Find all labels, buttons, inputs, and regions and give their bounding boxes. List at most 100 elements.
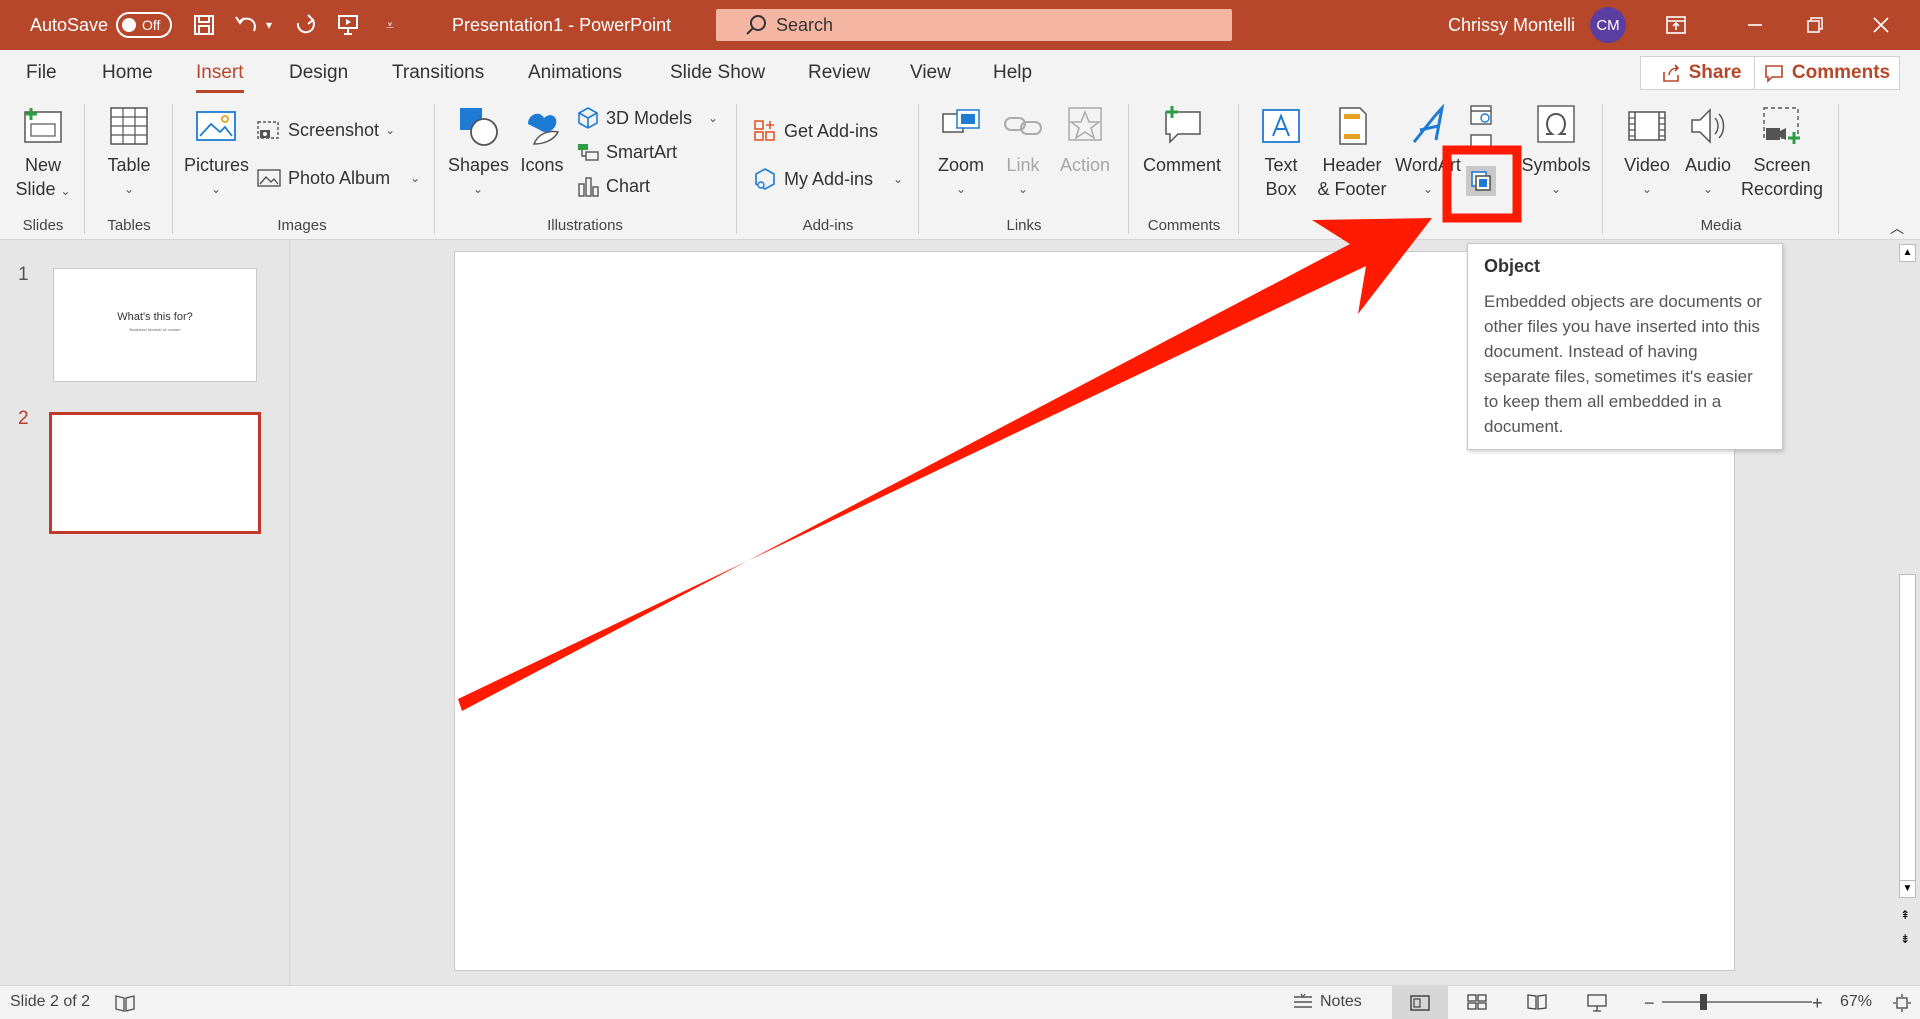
- share-button[interactable]: Share: [1640, 56, 1762, 90]
- group-separator: [1238, 104, 1239, 234]
- document-title: Presentation1 - PowerPoint: [452, 14, 672, 35]
- normal-view-button[interactable]: [1392, 986, 1448, 1019]
- shapes-icon: [460, 108, 498, 146]
- comments-label: Comments: [1791, 62, 1891, 83]
- comment-button[interactable]: Comment: [1140, 104, 1224, 177]
- object-tooltip: Object Embedded objects are documents or…: [1467, 243, 1783, 450]
- wordart-button[interactable]: WordArt ⌄: [1394, 103, 1462, 201]
- table-icon: [110, 107, 148, 145]
- tab-view[interactable]: View: [910, 62, 951, 84]
- video-button[interactable]: Video ⌄: [1618, 104, 1676, 201]
- redo-icon[interactable]: [292, 0, 318, 50]
- accessibility-icon[interactable]: [114, 993, 136, 1013]
- chart-icon: [578, 177, 599, 197]
- screen-recording-label-2: Recording: [1740, 179, 1824, 199]
- slide-sorter-button[interactable]: [1466, 993, 1488, 1011]
- chart-button[interactable]: Chart: [576, 174, 650, 198]
- text-box-button[interactable]: Text Box: [1254, 104, 1308, 201]
- user-name[interactable]: Chrissy Montelli: [1448, 0, 1575, 50]
- scroll-up-icon[interactable]: ▲: [1899, 244, 1916, 262]
- icons-button[interactable]: Icons: [514, 104, 570, 177]
- link-label: Link: [1006, 155, 1040, 175]
- photo-album-button[interactable]: Photo Album ⌄: [256, 166, 420, 190]
- shapes-dropdown-icon: ⌄: [472, 182, 484, 196]
- screenshot-button[interactable]: Screenshot ⌄: [256, 118, 395, 142]
- pictures-button[interactable]: Pictures ⌄: [184, 104, 249, 201]
- new-slide-button[interactable]: New Slide ⌄: [14, 104, 72, 203]
- fit-slide-icon[interactable]: [1892, 993, 1912, 1013]
- 3d-models-button[interactable]: 3D Models ⌄: [576, 106, 718, 130]
- reading-view-button[interactable]: [1526, 993, 1548, 1011]
- slide-thumbnail-1[interactable]: What's this for? Business! Models! of co…: [53, 268, 257, 382]
- next-slide-icon[interactable]: ⇟: [1900, 932, 1910, 946]
- date-time-button[interactable]: [1468, 102, 1494, 128]
- restore-icon[interactable]: [1806, 0, 1824, 50]
- object-button[interactable]: [1466, 166, 1496, 196]
- slide-number-button[interactable]: [1468, 132, 1494, 152]
- tab-help[interactable]: Help: [993, 62, 1032, 84]
- get-addins-button[interactable]: Get Add-ins: [752, 118, 878, 144]
- tab-review[interactable]: Review: [808, 62, 870, 84]
- screen-recording-button[interactable]: Screen Recording: [1740, 104, 1824, 201]
- minimize-icon[interactable]: [1746, 0, 1764, 50]
- search-icon: [744, 13, 768, 42]
- tab-animations[interactable]: Animations: [528, 62, 622, 84]
- scroll-thumb[interactable]: [1899, 574, 1916, 884]
- search-input[interactable]: Search: [716, 9, 1232, 41]
- action-button[interactable]: Action: [1056, 104, 1114, 177]
- header-footer-label-1: Header: [1322, 155, 1382, 175]
- zoom-button[interactable]: Zoom ⌄: [934, 104, 988, 201]
- comments-button[interactable]: Comments: [1754, 56, 1900, 90]
- link-button[interactable]: Link ⌄: [996, 104, 1050, 201]
- zoom-level[interactable]: 67%: [1840, 993, 1872, 1011]
- title-bar: AutoSave Off ▾ ⩡ Presentation1 - PowerPo…: [0, 0, 1920, 50]
- ribbon-display-options-icon[interactable]: [1665, 0, 1687, 50]
- shapes-button[interactable]: Shapes ⌄: [448, 104, 509, 201]
- smartart-label: SmartArt: [606, 141, 678, 162]
- zoom-slider[interactable]: [1662, 1001, 1812, 1003]
- reading-view-icon: [1527, 994, 1547, 1010]
- group-label-addins: Add-ins: [802, 217, 854, 234]
- customize-toolbar-icon[interactable]: ⩡: [386, 0, 394, 50]
- text-box-icon: [1262, 109, 1300, 143]
- table-button[interactable]: Table ⌄: [100, 104, 158, 201]
- header-footer-button[interactable]: Header & Footer: [1314, 104, 1390, 201]
- scroll-down-icon[interactable]: ▼: [1899, 880, 1916, 898]
- slide-thumbnail-2[interactable]: [49, 412, 261, 534]
- previous-slide-icon[interactable]: ⇞: [1900, 908, 1910, 922]
- smartart-button[interactable]: SmartArt: [576, 140, 677, 164]
- save-icon[interactable]: [192, 0, 216, 50]
- tab-home[interactable]: Home: [102, 62, 153, 84]
- slide-sorter-icon: [1467, 994, 1487, 1010]
- vertical-scrollbar[interactable]: ▲ ▼ ⇞ ⇟: [1895, 240, 1920, 985]
- tab-insert[interactable]: Insert: [196, 62, 244, 93]
- undo-icon[interactable]: [234, 0, 260, 50]
- tab-transitions[interactable]: Transitions: [392, 62, 484, 84]
- avatar[interactable]: CM: [1590, 7, 1626, 43]
- audio-button[interactable]: Audio ⌄: [1680, 104, 1736, 201]
- new-slide-label-2: Slide ⌄: [15, 179, 71, 199]
- close-icon[interactable]: [1872, 0, 1890, 50]
- symbols-button[interactable]: Symbols ⌄: [1518, 104, 1594, 201]
- icons-icon: [528, 113, 560, 145]
- my-addins-dropdown-icon: ⌄: [893, 172, 904, 186]
- autosave-toggle[interactable]: Off: [116, 12, 172, 38]
- zoom-slider-thumb[interactable]: [1700, 994, 1707, 1010]
- tab-slide-show[interactable]: Slide Show: [670, 62, 765, 84]
- pictures-icon: [196, 111, 236, 141]
- group-separator: [1128, 104, 1129, 234]
- undo-dropdown-icon[interactable]: ▾: [266, 0, 272, 50]
- slide-show-button[interactable]: [1586, 993, 1608, 1013]
- header-footer-label-2: & Footer: [1317, 179, 1387, 199]
- group-label-images: Images: [277, 217, 327, 234]
- tab-design[interactable]: Design: [289, 62, 348, 84]
- tab-file[interactable]: File: [26, 62, 57, 84]
- share-icon: [1662, 64, 1679, 82]
- get-addins-label: Get Add-ins: [784, 120, 879, 141]
- start-from-beginning-icon[interactable]: [336, 0, 360, 50]
- collapse-ribbon-icon[interactable]: ︿: [1890, 218, 1904, 238]
- zoom-out-icon[interactable]: −: [1644, 993, 1655, 1014]
- zoom-in-icon[interactable]: +: [1812, 993, 1823, 1014]
- my-addins-button[interactable]: My Add-ins ⌄: [752, 166, 903, 192]
- notes-button[interactable]: Notes: [1292, 993, 1362, 1011]
